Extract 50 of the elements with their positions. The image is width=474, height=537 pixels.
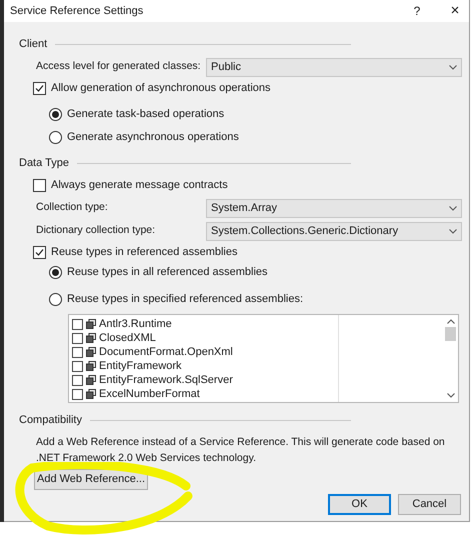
radio-button[interactable] (49, 130, 62, 144)
assembly-name[interactable]: ExcelNumberFormat (99, 386, 200, 402)
assembly-name[interactable]: EntityFramework (99, 358, 182, 374)
field-label: Collection type: (36, 200, 108, 216)
add-web-reference-button[interactable]: Add Web Reference... (34, 469, 148, 490)
window-title: Service Reference Settings (10, 4, 144, 19)
checkbox[interactable] (72, 388, 83, 400)
field-label: Access level for generated classes: (36, 59, 201, 74)
radio-button[interactable] (49, 266, 62, 278)
checkbox[interactable] (33, 246, 46, 258)
checkbox[interactable] (72, 318, 83, 330)
checkmark-icon (35, 248, 44, 256)
radio-label: Reuse types in all referenced assemblies (67, 264, 268, 280)
chevron-down-icon (449, 64, 457, 70)
chevron-down-icon (449, 228, 457, 234)
checkmark-icon (35, 84, 44, 92)
compatibility-description: Add a Web Reference instead of a Service Reference. This will generate code based on .NET Framework 2.0 Web Services technology. (36, 435, 446, 466)
checkbox-label: Allow generation of asynchronous operations (51, 80, 271, 96)
dropdown[interactable]: System.Collections.Generic.Dictionary (206, 222, 462, 240)
checkbox-label: Always generate message contracts (51, 178, 228, 193)
checkbox[interactable] (33, 178, 46, 192)
group-heading: Client (19, 36, 48, 52)
close-button[interactable]: × (443, 0, 467, 22)
field-label: Dictionary collection type: (36, 223, 156, 238)
dropdown[interactable]: Public (206, 58, 462, 76)
scroll-down-icon (446, 393, 454, 398)
assembly-name[interactable]: Antlr3.Runtime (99, 316, 172, 332)
radio-label: Generate asynchronous operations (67, 130, 239, 145)
help-button[interactable]: ? (405, 2, 429, 20)
checkbox[interactable] (72, 360, 83, 372)
radio-button[interactable] (49, 292, 62, 306)
radio-label: Reuse types in specified referenced assemblies: (67, 292, 304, 307)
checkbox[interactable] (72, 332, 83, 344)
scrollbar-thumb[interactable] (445, 327, 456, 341)
assembly-name[interactable]: DocumentFormat.OpenXml (99, 344, 233, 360)
dialog-button[interactable]: OK (328, 494, 391, 515)
dropdown[interactable]: System.Array (206, 198, 462, 218)
scroll-up-icon (446, 319, 454, 324)
checkbox[interactable] (72, 374, 83, 386)
checkbox[interactable] (33, 82, 46, 94)
assembly-name[interactable]: EntityFramework.SqlServer (99, 372, 233, 388)
assembly-name[interactable]: ClosedXML (99, 330, 156, 346)
radio-button[interactable] (49, 108, 62, 120)
chevron-down-icon (449, 206, 457, 210)
checkbox-label: Reuse types in referenced assemblies (51, 244, 238, 260)
dialog-button[interactable]: Cancel (398, 494, 461, 515)
checkbox[interactable] (72, 346, 83, 358)
group-heading: Data Type (19, 156, 69, 171)
radio-label: Generate task-based operations (67, 106, 224, 122)
group-heading: Compatibility (19, 412, 82, 428)
